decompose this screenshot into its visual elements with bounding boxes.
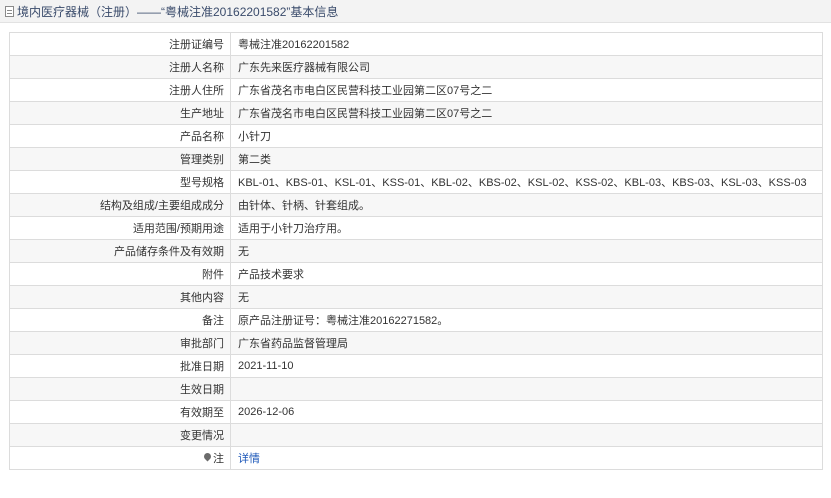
field-label: 审批部门 [9, 331, 231, 355]
table-row: 产品名称 小针刀 [9, 124, 823, 148]
field-label: 产品名称 [9, 124, 231, 148]
field-label: 变更情况 [9, 423, 231, 447]
table-row: 备注 原产品注册证号：粤械注准20162271582。 [9, 308, 823, 332]
table-row: 变更情况 [9, 423, 823, 447]
table-row: 附件 产品技术要求 [9, 262, 823, 286]
field-label: 备注 [9, 308, 231, 332]
table-row: 有效期至 2026-12-06 [9, 400, 823, 424]
field-value [230, 423, 823, 447]
field-value: 广东先来医疗器械有限公司 [230, 55, 823, 79]
field-value: 由针体、针柄、针套组成。 [230, 193, 823, 217]
table-row: 生效日期 [9, 377, 823, 401]
field-value: 广东省药品监督管理局 [230, 331, 823, 355]
table-row: 管理类别 第二类 [9, 147, 823, 171]
field-label: 生产地址 [9, 101, 231, 125]
field-label: 注册人名称 [9, 55, 231, 79]
field-value [230, 377, 823, 401]
field-label: 有效期至 [9, 400, 231, 424]
field-value: 2026-12-06 [230, 400, 823, 424]
table-row: 适用范围/预期用途 适用于小针刀治疗用。 [9, 216, 823, 240]
table-row: 审批部门 广东省药品监督管理局 [9, 331, 823, 355]
page-title: 境内医疗器械（注册）——“粤械注准20162201582”基本信息 [17, 4, 339, 19]
field-label: 注册人住所 [9, 78, 231, 102]
pin-icon [204, 453, 212, 463]
field-label: 生效日期 [9, 377, 231, 401]
field-value: 2021-11-10 [230, 354, 823, 378]
field-value: 适用于小针刀治疗用。 [230, 216, 823, 240]
table-row: 其他内容 无 [9, 285, 823, 309]
field-value: 广东省茂名市电白区民营科技工业园第二区07号之二 [230, 78, 823, 102]
table-row: 生产地址 广东省茂名市电白区民营科技工业园第二区07号之二 [9, 101, 823, 125]
table-row: 产品储存条件及有效期 无 [9, 239, 823, 263]
field-value: 粤械注准20162201582 [230, 32, 823, 56]
field-value: 无 [230, 239, 823, 263]
field-value: 无 [230, 285, 823, 309]
table-row: 批准日期 2021-11-10 [9, 354, 823, 378]
field-label: 型号规格 [9, 170, 231, 194]
field-label: 其他内容 [9, 285, 231, 309]
table-row: 注册人名称 广东先来医疗器械有限公司 [9, 55, 823, 79]
table-row: 注册证编号 粤械注准20162201582 [9, 32, 823, 56]
field-label: 批准日期 [9, 354, 231, 378]
field-label: 管理类别 [9, 147, 231, 171]
table-row: 注 详情 [9, 446, 823, 470]
field-label: 适用范围/预期用途 [9, 216, 231, 240]
details-link[interactable]: 详情 [238, 453, 260, 465]
field-label: 注 [213, 453, 224, 465]
field-value-cell: 详情 [230, 446, 823, 470]
page-header: 境内医疗器械（注册）——“粤械注准20162201582”基本信息 [0, 0, 831, 23]
field-value: 产品技术要求 [230, 262, 823, 286]
field-value: 第二类 [230, 147, 823, 171]
field-value: 小针刀 [230, 124, 823, 148]
table-row: 型号规格 KBL-01、KBS-01、KSL-01、KSS-01、KBL-02、… [9, 170, 823, 194]
field-value: 广东省茂名市电白区民营科技工业园第二区07号之二 [230, 101, 823, 125]
device-info-table: 注册证编号 粤械注准20162201582 注册人名称 广东先来医疗器械有限公司… [9, 32, 823, 470]
field-value: KBL-01、KBS-01、KSL-01、KSS-01、KBL-02、KBS-0… [230, 170, 823, 194]
field-label: 产品储存条件及有效期 [9, 239, 231, 263]
field-label: 注册证编号 [9, 32, 231, 56]
table-row: 注册人住所 广东省茂名市电白区民营科技工业园第二区07号之二 [9, 78, 823, 102]
document-icon [5, 5, 14, 17]
field-label: 结构及组成/主要组成成分 [9, 193, 231, 217]
field-value: 原产品注册证号：粤械注准20162271582。 [230, 308, 823, 332]
table-row: 结构及组成/主要组成成分 由针体、针柄、针套组成。 [9, 193, 823, 217]
note-label-cell: 注 [9, 446, 231, 470]
field-label: 附件 [9, 262, 231, 286]
